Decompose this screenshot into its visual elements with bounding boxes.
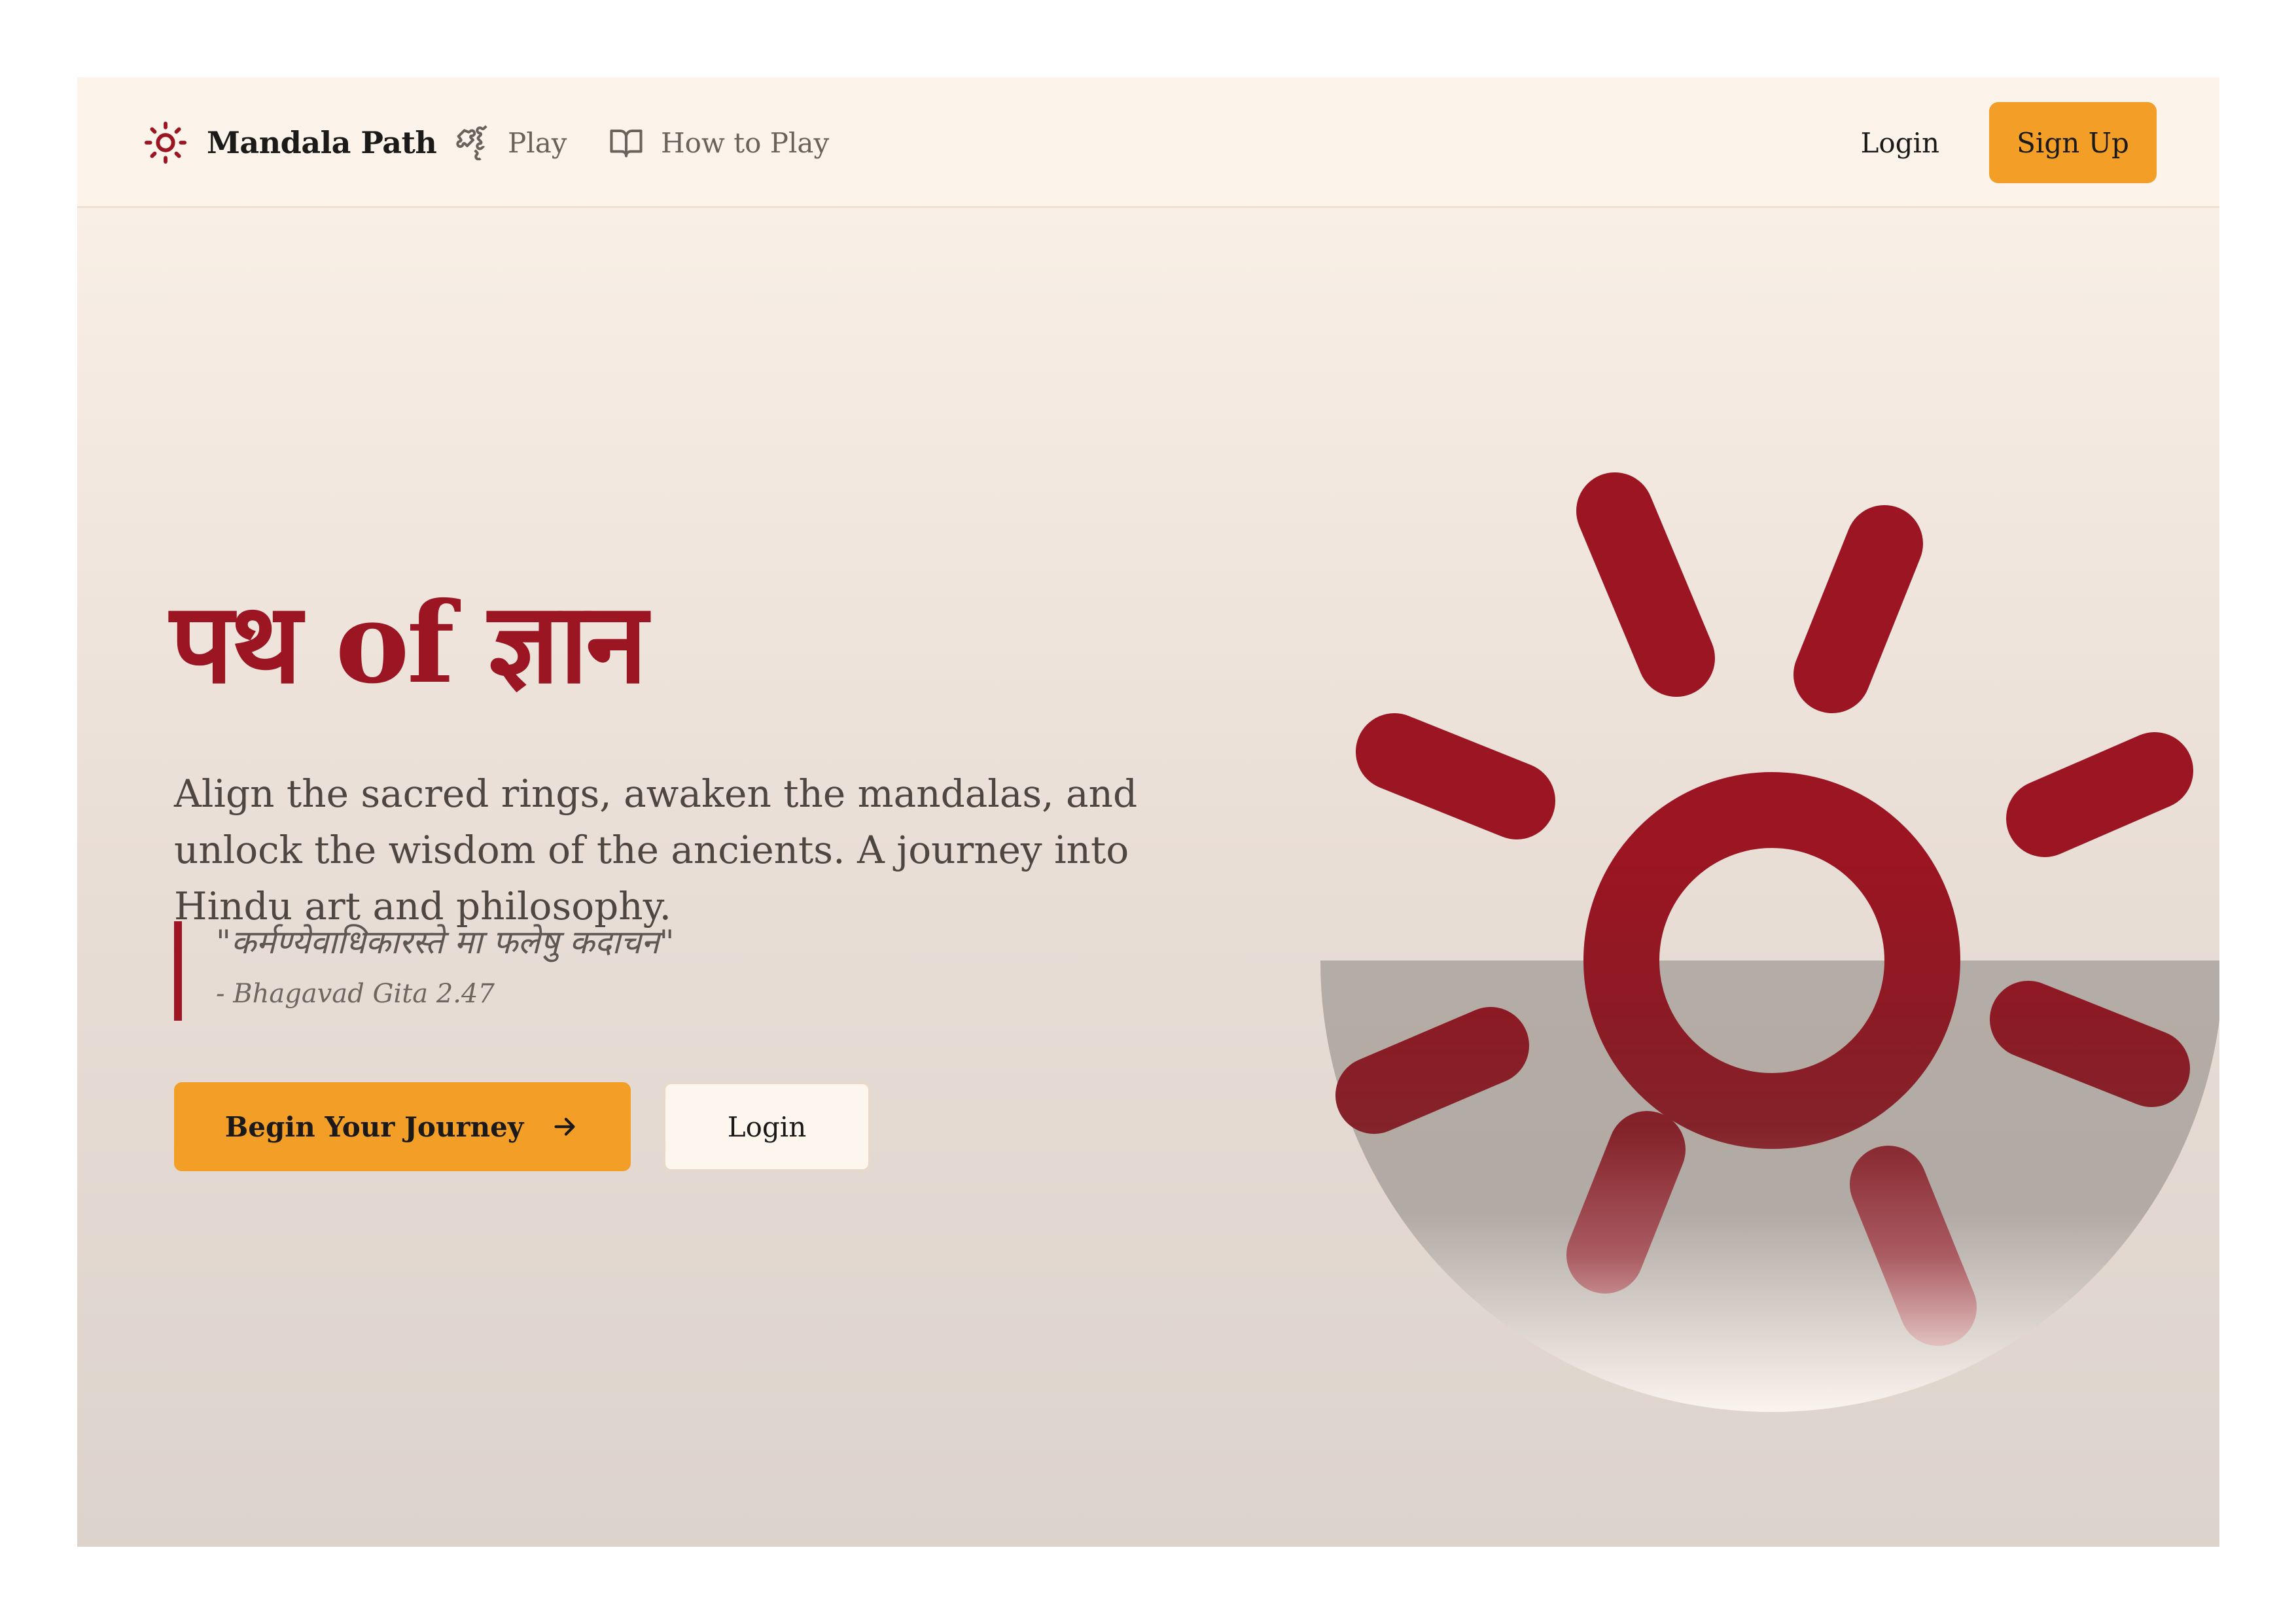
hero-subtitle: Align the sacred rings, awaken the manda… xyxy=(174,771,1138,928)
quote-text: "कर्मण्येवाधिकारस्ते मा फलेषु कदाचन" xyxy=(216,923,675,961)
nav-link-label: Play xyxy=(508,126,567,159)
signup-button[interactable]: Sign Up xyxy=(1989,102,2157,183)
brand-name: Mandala Path xyxy=(207,125,437,160)
hero-title: पथ of ज्ञान xyxy=(170,578,647,709)
begin-journey-label: Begin Your Journey xyxy=(224,1110,524,1143)
nav-login-link[interactable]: Login xyxy=(1860,118,1939,167)
hero-login-button[interactable]: Login xyxy=(663,1082,870,1171)
arrow-right-icon xyxy=(554,1118,575,1136)
nav-link-label: How to Play xyxy=(661,126,830,159)
nav-link-play[interactable]: Play xyxy=(455,118,567,167)
hero-quote: "कर्मण्येवाधिकारस्ते मा फलेषु कदाचन" - B… xyxy=(174,921,675,1021)
puzzle-icon xyxy=(456,125,487,160)
top-navbar: Mandala Path Play How to Play Login Sign… xyxy=(77,77,2219,208)
page-frame: Mandala Path Play How to Play Login Sign… xyxy=(77,77,2219,1547)
quote-source: - Bhagavad Gita 2.47 xyxy=(216,979,495,1009)
begin-journey-button[interactable]: Begin Your Journey xyxy=(174,1082,631,1171)
book-icon xyxy=(610,129,643,158)
sun-mandala-graphic xyxy=(1320,472,2219,1412)
sun-icon xyxy=(144,121,187,164)
brand-logo[interactable]: Mandala Path xyxy=(143,118,437,167)
nav-link-how-to-play[interactable]: How to Play xyxy=(609,118,829,167)
